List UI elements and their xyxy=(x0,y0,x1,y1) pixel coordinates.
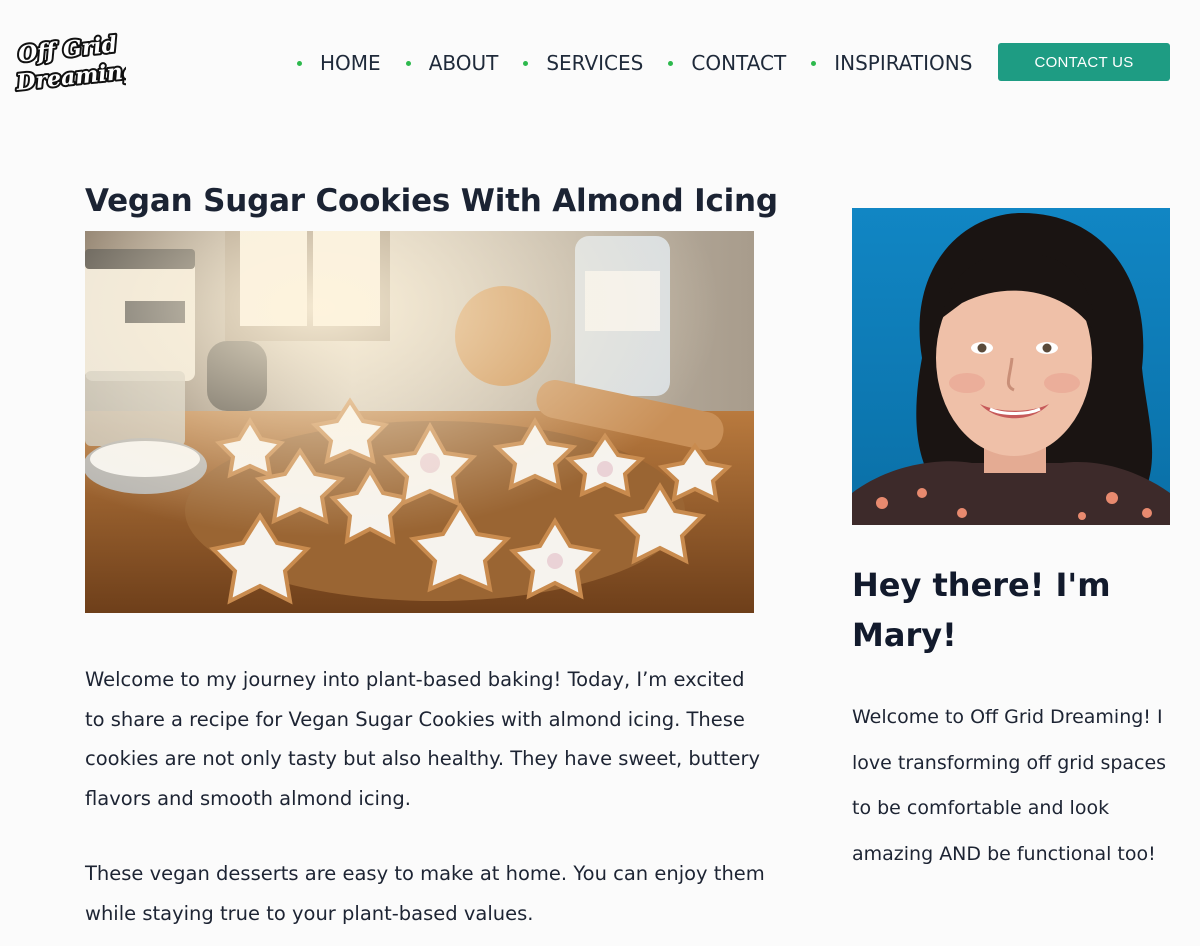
bullet-icon xyxy=(668,60,674,66)
hero-image xyxy=(85,231,754,613)
nav-item-services[interactable]: SERVICES xyxy=(523,51,643,75)
post-paragraph: Welcome to my journey into plant-based b… xyxy=(85,668,760,810)
author-portrait xyxy=(852,208,1170,525)
bullet-icon xyxy=(811,60,817,66)
nav-item-contact[interactable]: CONTACT xyxy=(668,51,786,75)
bullet-icon xyxy=(405,60,411,66)
bullet-icon xyxy=(523,60,529,66)
nav-label: SERVICES xyxy=(546,51,644,75)
nav-item-home[interactable]: HOME xyxy=(297,51,381,75)
post-title: Vegan Sugar Cookies With Almond Icing xyxy=(85,183,778,219)
sidebar-title: Hey there! I'm Mary! xyxy=(852,566,1111,654)
nav-label: INSPIRATIONS xyxy=(834,51,973,75)
nav-label: ABOUT xyxy=(428,51,499,75)
site-logo[interactable]: Off Grid Dreaming xyxy=(14,30,126,94)
nav-item-about[interactable]: ABOUT xyxy=(405,51,499,75)
bullet-icon xyxy=(297,60,302,66)
nav-label: HOME xyxy=(320,51,381,75)
main-nav: HOME ABOUT SERVICES CONTACT INSPIRATIONS xyxy=(297,48,997,78)
nav-item-inspirations[interactable]: INSPIRATIONS xyxy=(811,51,972,75)
site-header: Off Grid Dreaming HOME ABOUT SERVICES CO… xyxy=(0,0,1200,125)
post-paragraph: These vegan desserts are easy to make at… xyxy=(85,862,765,925)
sidebar-intro: Welcome to Off Grid Dreaming! I love tra… xyxy=(852,706,1167,865)
contact-us-button[interactable]: CONTACT US xyxy=(998,43,1170,81)
nav-label: CONTACT xyxy=(691,51,787,75)
